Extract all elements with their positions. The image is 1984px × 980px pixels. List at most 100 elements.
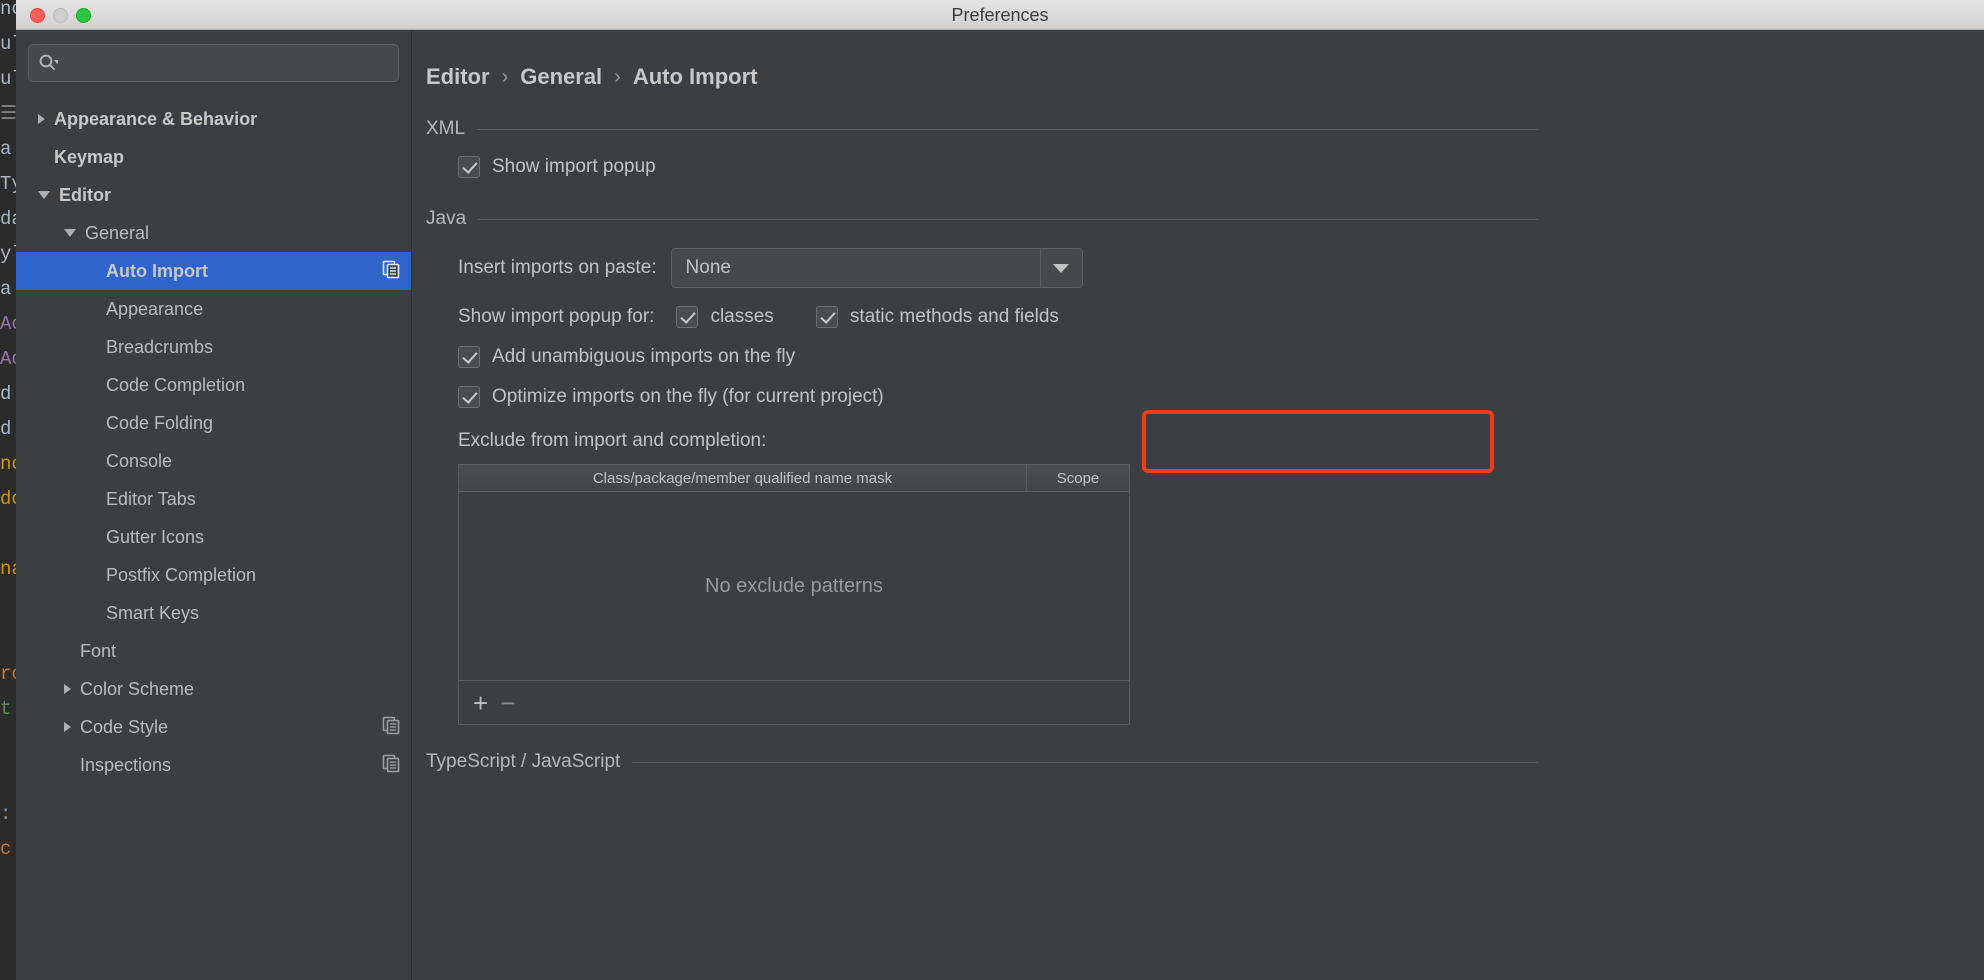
sidebar-item-label: Postfix Completion (106, 565, 401, 586)
row-show-import-popup-for: Show import popup for: classes static me… (458, 306, 1984, 328)
optimize-imports-checkbox[interactable] (458, 386, 480, 408)
search-input[interactable] (64, 54, 389, 72)
tree-spacer (90, 537, 97, 538)
copy-settings-icon[interactable] (381, 715, 401, 740)
breadcrumb-separator: › (502, 66, 509, 89)
insert-imports-dropdown-button[interactable] (1040, 249, 1082, 287)
add-unambiguous-checkbox[interactable] (458, 346, 480, 368)
chevron-right-icon[interactable] (38, 114, 45, 124)
sidebar-item-code-style[interactable]: Code Style (16, 708, 411, 746)
sidebar-item-code-completion[interactable]: Code Completion (16, 366, 411, 404)
window-body: Appearance & BehaviorKeymapEditorGeneral… (16, 30, 1984, 980)
tree-spacer (90, 385, 97, 386)
sidebar-item-label: Smart Keys (106, 603, 401, 624)
breadcrumb-separator: › (614, 66, 621, 89)
sidebar-item-label: Appearance (106, 299, 401, 320)
tree-spacer (64, 765, 71, 766)
sidebar-item-label: Inspections (80, 755, 381, 776)
optimize-imports-label: Optimize imports on the fly (for current… (492, 386, 884, 408)
sidebar-item-editor[interactable]: Editor (16, 176, 411, 214)
sidebar-item-label: Editor Tabs (106, 489, 401, 510)
sidebar-item-code-folding[interactable]: Code Folding (16, 404, 411, 442)
insert-imports-value: None (672, 257, 731, 279)
chevron-down-icon[interactable] (64, 229, 76, 237)
sidebar-item-editor-tabs[interactable]: Editor Tabs (16, 480, 411, 518)
search-icon (38, 53, 58, 73)
section-rule (478, 219, 1538, 220)
classes-checkbox[interactable] (676, 306, 698, 328)
tree-spacer (90, 613, 97, 614)
sidebar-item-label: Auto Import (106, 261, 381, 282)
table-toolbar: + − (459, 680, 1129, 724)
preferences-window: Preferences Appearance & BehaviorKeymapE… (16, 0, 1984, 980)
static-methods-label: static methods and fields (850, 306, 1059, 328)
sidebar-item-appearance[interactable]: Appearance (16, 290, 411, 328)
insert-imports-label: Insert imports on paste: (458, 257, 657, 279)
sidebar-item-inspections[interactable]: Inspections (16, 746, 411, 784)
row-add-unambiguous-imports[interactable]: Add unambiguous imports on the fly (458, 346, 1984, 368)
static-methods-checkbox[interactable] (816, 306, 838, 328)
sidebar-item-general[interactable]: General (16, 214, 411, 252)
tree-spacer (90, 575, 97, 576)
chevron-down-icon (1053, 264, 1069, 273)
sidebar-item-label: Console (106, 451, 401, 472)
sidebar-item-label: Font (80, 641, 401, 662)
table-column-scope[interactable]: Scope (1027, 465, 1129, 491)
copy-settings-icon[interactable] (381, 753, 401, 778)
classes-label: classes (710, 306, 773, 328)
chevron-right-icon[interactable] (64, 722, 71, 732)
section-rule (477, 129, 1538, 130)
sidebar-item-label: Code Folding (106, 413, 401, 434)
row-show-import-popup[interactable]: Show import popup (458, 156, 1984, 178)
sidebar-item-gutter-icons[interactable]: Gutter Icons (16, 518, 411, 556)
chevron-down-icon[interactable] (38, 191, 50, 199)
section-rule (632, 762, 1538, 763)
section-xml-title: XML (426, 118, 465, 140)
sidebar-item-font[interactable]: Font (16, 632, 411, 670)
sidebar-item-appearance-behavior[interactable]: Appearance & Behavior (16, 100, 411, 138)
sidebar-item-smart-keys[interactable]: Smart Keys (16, 594, 411, 632)
insert-imports-select[interactable]: None (671, 248, 1083, 288)
sidebar-item-console[interactable]: Console (16, 442, 411, 480)
tree-spacer (90, 309, 97, 310)
tree-spacer (38, 157, 45, 158)
table-header-row: Class/package/member qualified name mask… (459, 465, 1129, 492)
tree-spacer (90, 499, 97, 500)
section-java-title: Java (426, 208, 466, 230)
settings-tree[interactable]: Appearance & Behavior KeymapEditorGeneral… (16, 100, 411, 784)
table-empty-text: No exclude patterns (705, 575, 883, 598)
add-unambiguous-label: Add unambiguous imports on the fly (492, 346, 795, 368)
section-xml-header: XML (426, 118, 1538, 140)
row-optimize-imports[interactable]: Optimize imports on the fly (for current… (458, 386, 1984, 408)
sidebar-item-breadcrumbs[interactable]: Breadcrumbs (16, 328, 411, 366)
sidebar-item-keymap[interactable]: Keymap (16, 138, 411, 176)
tree-spacer (90, 423, 97, 424)
sidebar-item-label: Code Style (80, 717, 381, 738)
search-box[interactable] (28, 44, 399, 82)
add-pattern-button[interactable]: + (473, 690, 488, 716)
table-column-name-mask[interactable]: Class/package/member qualified name mask (459, 465, 1027, 491)
show-import-popup-checkbox[interactable] (458, 156, 480, 178)
tree-spacer (64, 651, 71, 652)
exclude-patterns-table[interactable]: Class/package/member qualified name mask… (458, 464, 1130, 725)
window-title: Preferences (16, 0, 1984, 30)
table-empty-body: No exclude patterns (459, 492, 1129, 680)
breadcrumb-item[interactable]: Auto Import (633, 64, 758, 90)
section-java-header: Java (426, 208, 1538, 230)
sidebar-item-auto-import[interactable]: Auto Import (16, 252, 411, 290)
tree-spacer (90, 271, 97, 272)
sidebar-item-postfix-completion[interactable]: Postfix Completion (16, 556, 411, 594)
copy-settings-icon[interactable] (381, 259, 401, 284)
row-insert-imports-on-paste: Insert imports on paste: None (458, 248, 1984, 288)
breadcrumb-item[interactable]: General (520, 64, 602, 90)
settings-sidebar: Appearance & Behavior KeymapEditorGeneral… (16, 30, 412, 980)
sidebar-item-label: Code Completion (106, 375, 401, 396)
settings-main-panel: Editor › General › Auto Import XML Show impo… (412, 30, 1984, 980)
sidebar-item-color-scheme[interactable]: Color Scheme (16, 670, 411, 708)
sidebar-item-label: Appearance & Behavior (54, 109, 401, 130)
breadcrumb-item[interactable]: Editor (426, 64, 490, 90)
section-typescript-title: TypeScript / JavaScript (426, 751, 620, 773)
chevron-right-icon[interactable] (64, 684, 71, 694)
section-typescript-header: TypeScript / JavaScript (426, 751, 1538, 773)
sidebar-item-label: Gutter Icons (106, 527, 401, 548)
